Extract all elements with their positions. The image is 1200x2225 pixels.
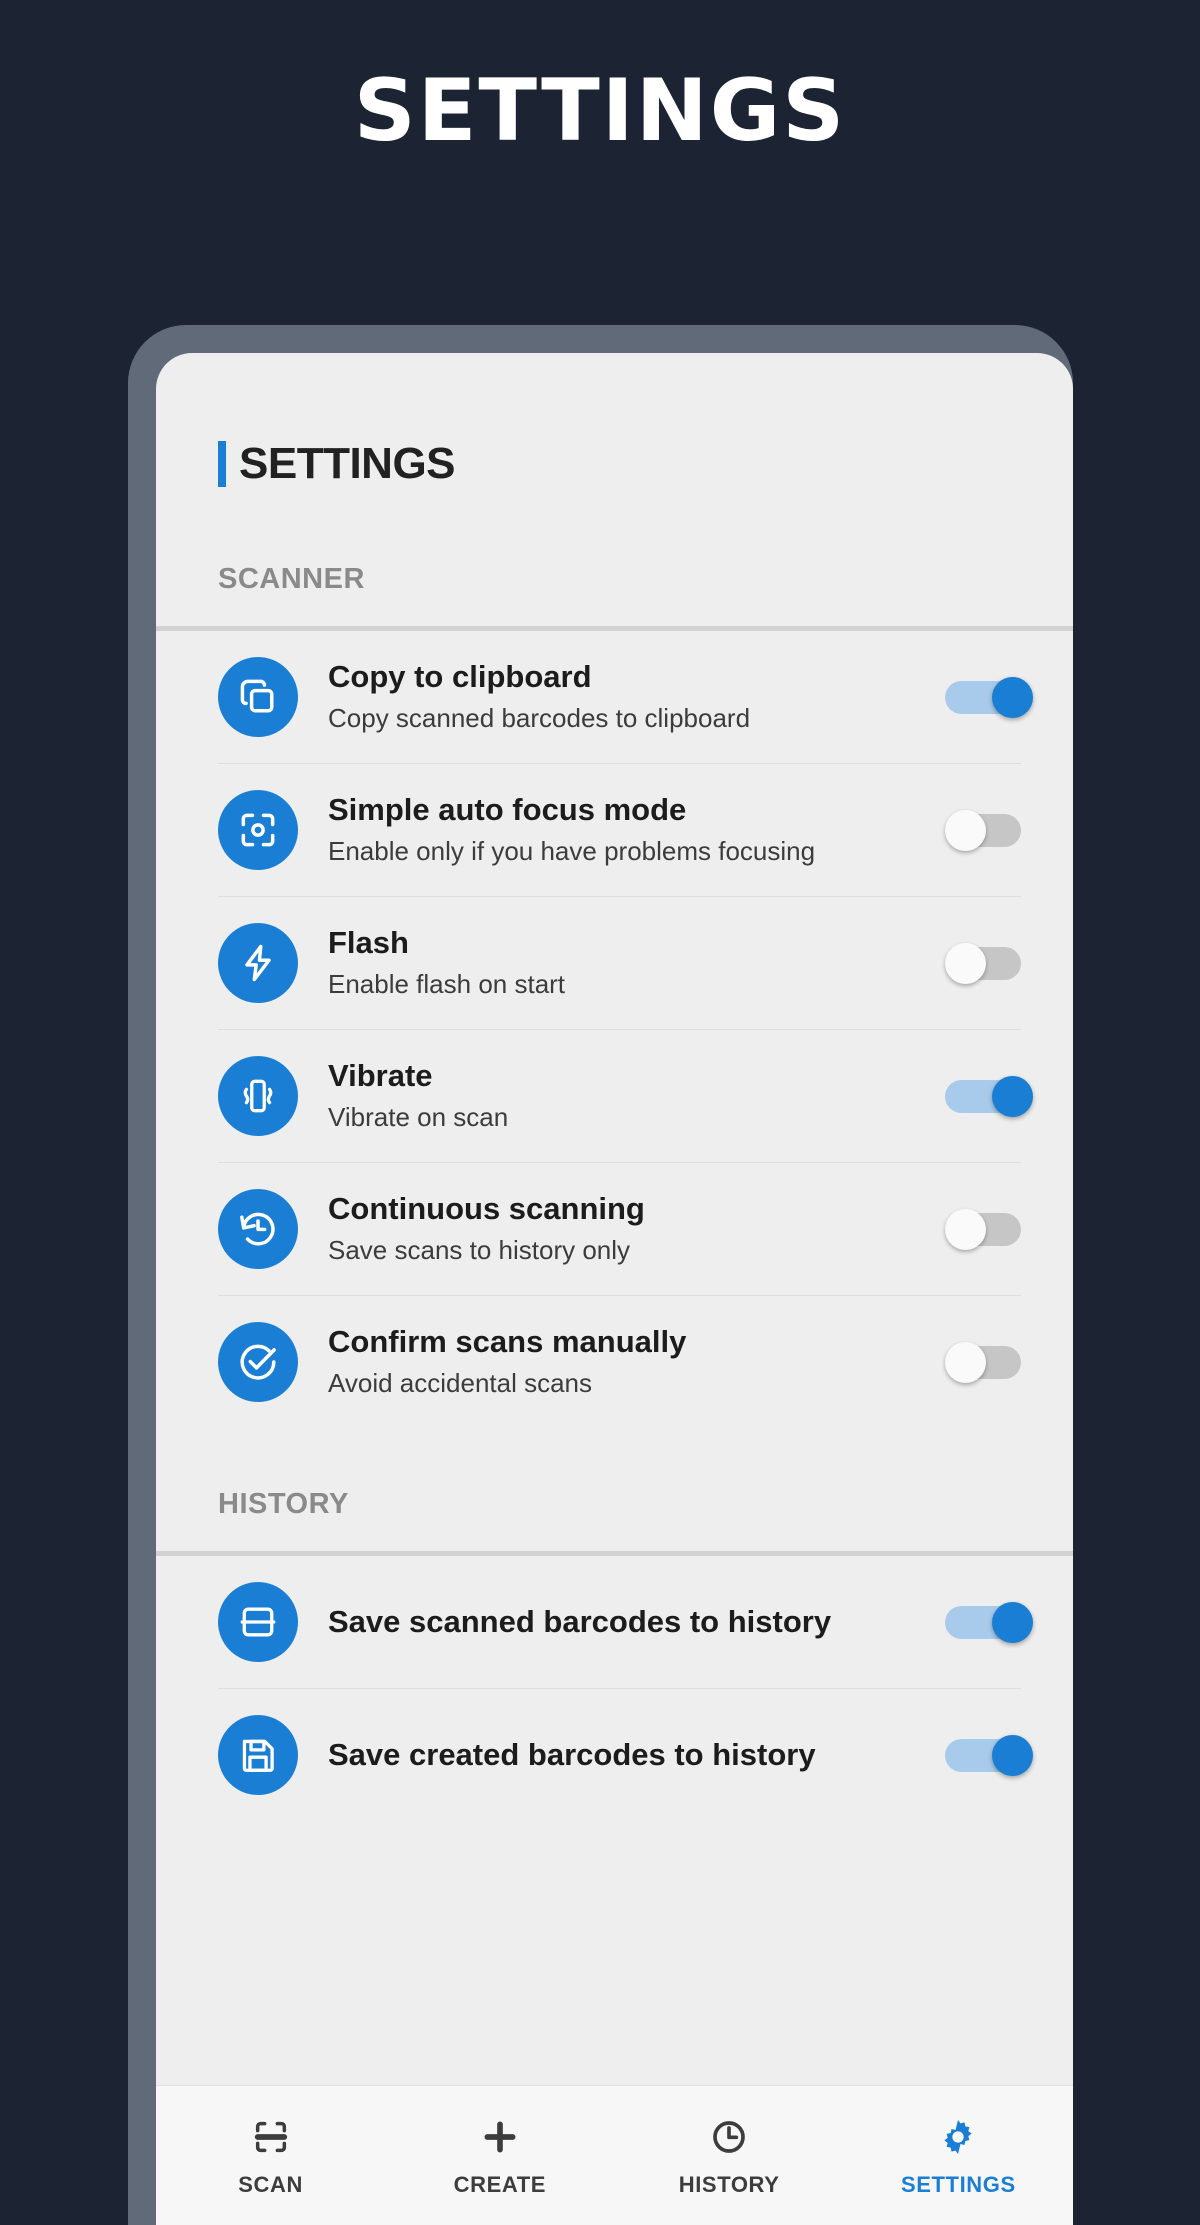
toggle-flash[interactable]: [945, 943, 1033, 984]
check-circle-icon: [218, 1322, 298, 1402]
setting-subtitle: Save scans to history only: [328, 1235, 631, 1265]
setting-title: Confirm scans manually: [328, 1324, 687, 1360]
nav-label: SETTINGS: [900, 2171, 1016, 2197]
toggle-thumb: [945, 1342, 986, 1383]
row-text: Copy to clipboard Copy scanned barcodes …: [328, 658, 927, 736]
setting-row-save-created-barcodes[interactable]: Save created barcodes to history: [156, 1689, 1073, 1821]
setting-title: Vibrate: [328, 1058, 433, 1094]
vibrate-icon: [218, 1056, 298, 1136]
toggle-thumb: [945, 1209, 986, 1250]
setting-row-simple-auto-focus-mode[interactable]: Simple auto focus mode Enable only if yo…: [156, 764, 1073, 896]
history-restore-icon: [218, 1189, 298, 1269]
toggle-confirm-scans-manually[interactable]: [945, 1342, 1033, 1383]
toggle-thumb: [945, 810, 986, 851]
setting-row-continuous-scanning[interactable]: Continuous scanning Save scans to histor…: [156, 1163, 1073, 1295]
phone-screen: SETTINGS SCANNER Copy to clipboard Copy …: [156, 353, 1073, 2225]
app-header: SETTINGS: [156, 353, 1073, 503]
settings-list-history: Save scanned barcodes to history Save cr…: [156, 1556, 1073, 1821]
nav-label: SCAN: [238, 2171, 303, 2197]
settings-list-scanner: Copy to clipboard Copy scanned barcodes …: [156, 631, 1073, 1428]
setting-title: Save scanned barcodes to history: [328, 1604, 832, 1640]
setting-subtitle: Enable flash on start: [328, 969, 566, 999]
row-text: Continuous scanning Save scans to histor…: [328, 1190, 927, 1268]
center-focus-icon: [218, 790, 298, 870]
setting-row-flash[interactable]: Flash Enable flash on start: [156, 897, 1073, 1029]
toggle-thumb: [992, 1076, 1033, 1117]
toggle-save-created-barcodes[interactable]: [945, 1735, 1033, 1776]
copy-icon: [218, 657, 298, 737]
bottom-navigation-bar: SCAN CREATE HISTORY SETTINGS: [156, 2085, 1073, 2225]
toggle-thumb: [945, 943, 986, 984]
toggle-copy-to-clipboard[interactable]: [945, 677, 1033, 718]
nav-label: HISTORY: [678, 2171, 780, 2197]
gear-icon: [938, 2114, 978, 2160]
floppy-save-icon: [218, 1715, 298, 1795]
setting-title: Continuous scanning: [328, 1191, 645, 1227]
setting-row-save-scanned-barcodes[interactable]: Save scanned barcodes to history: [156, 1556, 1073, 1688]
nav-item-history[interactable]: HISTORY: [615, 2114, 844, 2198]
setting-subtitle: Vibrate on scan: [328, 1102, 509, 1132]
promo-title: SETTINGS: [353, 61, 847, 161]
row-text: Flash Enable flash on start: [328, 924, 927, 1002]
settings-scroll-area[interactable]: SCANNER Copy to clipboard Copy scanned b…: [156, 503, 1073, 2085]
flash-icon: [218, 923, 298, 1003]
setting-subtitle: Avoid accidental scans: [328, 1368, 593, 1398]
page-title: SETTINGS: [239, 439, 456, 488]
setting-row-vibrate[interactable]: Vibrate Vibrate on scan: [156, 1030, 1073, 1162]
setting-subtitle: Copy scanned barcodes to clipboard: [328, 703, 751, 733]
plus-icon: [480, 2114, 520, 2160]
toggle-vibrate[interactable]: [945, 1076, 1033, 1117]
nav-item-scan[interactable]: SCAN: [156, 2114, 385, 2198]
toggle-thumb: [992, 1602, 1033, 1643]
row-text: Simple auto focus mode Enable only if yo…: [328, 791, 927, 869]
setting-title: Save created barcodes to history: [328, 1737, 816, 1773]
toggle-simple-auto-focus-mode[interactable]: [945, 810, 1033, 851]
row-text: Save created barcodes to history: [328, 1736, 927, 1774]
setting-subtitle: Enable only if you have problems focusin…: [328, 836, 816, 866]
barcode-archive-icon: [218, 1582, 298, 1662]
clock-icon: [709, 2114, 749, 2160]
phone-frame: SETTINGS SCANNER Copy to clipboard Copy …: [128, 325, 1073, 2225]
section-label-history: HISTORY: [218, 1488, 349, 1520]
setting-title: Flash: [328, 925, 409, 961]
toggle-save-scanned-barcodes[interactable]: [945, 1602, 1033, 1643]
row-text: Confirm scans manually Avoid accidental …: [328, 1323, 927, 1401]
row-text: Vibrate Vibrate on scan: [328, 1057, 927, 1135]
nav-item-create[interactable]: CREATE: [385, 2114, 614, 2198]
nav-item-settings[interactable]: SETTINGS: [844, 2114, 1073, 2198]
nav-label: CREATE: [453, 2171, 547, 2197]
setting-title: Simple auto focus mode: [328, 792, 687, 828]
setting-title: Copy to clipboard: [328, 659, 592, 695]
row-text: Save scanned barcodes to history: [328, 1603, 927, 1641]
toggle-thumb: [992, 1735, 1033, 1776]
setting-row-confirm-scans-manually[interactable]: Confirm scans manually Avoid accidental …: [156, 1296, 1073, 1428]
section-label-scanner: SCANNER: [218, 563, 365, 595]
barcode-scan-icon: [251, 2114, 291, 2160]
accent-bar: [218, 441, 226, 487]
toggle-thumb: [992, 677, 1033, 718]
toggle-continuous-scanning[interactable]: [945, 1209, 1033, 1250]
setting-row-copy-to-clipboard[interactable]: Copy to clipboard Copy scanned barcodes …: [156, 631, 1073, 763]
